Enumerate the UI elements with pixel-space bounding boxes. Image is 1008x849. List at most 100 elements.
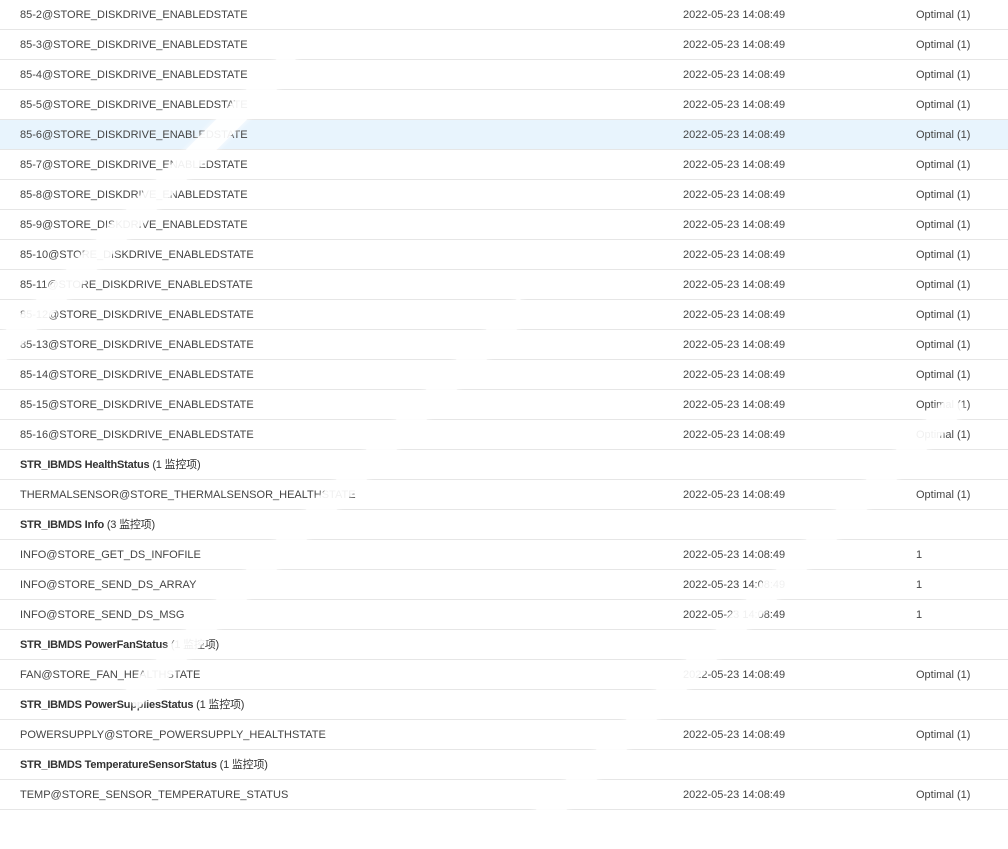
item-timestamp: 2022-05-23 14:08:49	[683, 129, 786, 141]
group-count: (1 监控项)	[152, 459, 201, 471]
item-timestamp: 2022-05-23 14:08:49	[683, 69, 786, 81]
item-name: 85-11@STORE_DISKDRIVE_ENABLEDSTATE	[20, 270, 253, 300]
table-row[interactable]: 85-2@STORE_DISKDRIVE_ENABLEDSTATE 2022-05…	[0, 0, 1008, 30]
item-status: Optimal (1)	[916, 9, 971, 21]
item-status: Optimal (1)	[916, 39, 971, 51]
group-count: (1 监控项)	[170, 639, 219, 651]
item-status: Optimal (1)	[916, 219, 971, 231]
item-status: Optimal (1)	[916, 489, 971, 501]
item-name: 85-4@STORE_DISKDRIVE_ENABLEDSTATE	[20, 60, 248, 90]
name-text: 85-4@STORE_DISKDRIVE_ENABLEDSTATE	[20, 69, 248, 81]
item-timestamp: 2022-05-23 14:08:49	[683, 579, 786, 591]
item-name: INFO@STORE_GET_DS_INFOFILE	[20, 540, 201, 570]
name-text: 85-16@STORE_DISKDRIVE_ENABLEDSTATE	[20, 429, 254, 441]
group-title: STR_IBMDS TemperatureSensorStatus (1 监控项…	[20, 750, 268, 780]
item-name: 85-8@STORE_DISKDRIVE_ENABLEDSTATE	[20, 180, 248, 210]
table-row[interactable]: 85-7@STORE_DISKDRIVE_ENABLEDSTATE 2022-05…	[0, 150, 1008, 180]
name-text: THERMALSENSOR@STORE_THERMALSENSOR_HEALTH…	[20, 489, 356, 501]
item-name: FAN@STORE_FAN_HEALTHSTATE	[20, 660, 200, 690]
item-timestamp: 2022-05-23 14:08:49	[683, 339, 786, 351]
item-timestamp: 2022-05-23 14:08:49	[683, 369, 786, 381]
table-row[interactable]: THERMALSENSOR@STORE_THERMALSENSOR_HEALTH…	[0, 480, 1008, 510]
name-text: 85-12@STORE_DISKDRIVE_ENABLEDSTATE	[20, 309, 254, 321]
name-text: STR_IBMDS TemperatureSensorStatus	[20, 759, 217, 771]
group-header-row[interactable]: STR_IBMDS PowerFanStatus (1 监控项)	[0, 630, 1008, 660]
item-timestamp: 2022-05-23 14:08:49	[683, 729, 786, 741]
name-text: STR_IBMDS PowerFanStatus	[20, 639, 169, 651]
name-text: TEMP@STORE_SENSOR_TEMPERATURE_STATUS	[20, 789, 289, 801]
group-title: STR_IBMDS HealthStatus (1 监控项)	[20, 450, 201, 480]
table-row[interactable]: 85-16@STORE_DISKDRIVE_ENABLEDSTATE 2022-0…	[0, 420, 1008, 450]
item-timestamp: 2022-05-23 14:08:49	[683, 669, 786, 681]
table-row[interactable]: 85-9@STORE_DISKDRIVE_ENABLEDSTATE 2022-05…	[0, 210, 1008, 240]
table-row[interactable]: 85-12@STORE_DISKDRIVE_ENABLEDSTATE 2022-0…	[0, 300, 1008, 330]
name-text: 85-8@STORE_DISKDRIVE_ENABLEDSTATE	[20, 189, 248, 201]
table-row[interactable]: 85-3@STORE_DISKDRIVE_ENABLEDSTATE 2022-05…	[0, 30, 1008, 60]
name-text: 85-3@STORE_DISKDRIVE_ENABLEDSTATE	[20, 39, 248, 51]
item-timestamp: 2022-05-23 14:08:49	[683, 279, 786, 291]
table-row[interactable]: FAN@STORE_FAN_HEALTHSTATE 2022-05-23 14:0…	[0, 660, 1008, 690]
item-name: 85-3@STORE_DISKDRIVE_ENABLEDSTATE	[20, 30, 248, 60]
item-status: Optimal (1)	[916, 279, 971, 291]
group-header-row[interactable]: STR_IBMDS PowerSuppliesStatus (1 监控项)	[0, 690, 1008, 720]
group-header-row[interactable]: STR_IBMDS TemperatureSensorStatus (1 监控项…	[0, 750, 1008, 780]
name-text: 85-9@STORE_DISKDRIVE_ENABLEDSTATE	[20, 219, 248, 231]
name-text: 85-15@STORE_DISKDRIVE_ENABLEDSTATE	[20, 399, 254, 411]
table-row[interactable]: POWERSUPPLY@STORE_POWERSUPPLY_HEALTHSTAT…	[0, 720, 1008, 750]
table-row[interactable]: 85-6@STORE_DISKDRIVE_ENABLEDSTATE 2022-05…	[0, 120, 1008, 150]
group-title: STR_IBMDS Info (3 监控项)	[20, 510, 155, 540]
table-row[interactable]: INFO@STORE_SEND_DS_ARRAY 2022-05-23 14:08…	[0, 570, 1008, 600]
item-status: Optimal (1)	[916, 159, 971, 171]
item-name: 85-6@STORE_DISKDRIVE_ENABLEDSTATE	[20, 120, 248, 150]
item-timestamp: 2022-05-23 14:08:49	[683, 789, 786, 801]
item-status: 1	[916, 609, 923, 621]
name-text: INFO@STORE_SEND_DS_ARRAY	[20, 579, 197, 591]
item-timestamp: 2022-05-23 14:08:49	[683, 309, 786, 321]
item-status: Optimal (1)	[916, 399, 971, 411]
group-count: (3 监控项)	[106, 519, 155, 531]
item-timestamp: 2022-05-23 14:08:49	[683, 99, 786, 111]
table-row[interactable]: 85-10@STORE_DISKDRIVE_ENABLEDSTATE 2022-0…	[0, 240, 1008, 270]
item-timestamp: 2022-05-23 14:08:49	[683, 249, 786, 261]
item-status: Optimal (1)	[916, 309, 971, 321]
name-text: INFO@STORE_SEND_DS_MSG	[20, 609, 185, 621]
table-row[interactable]: 85-13@STORE_DISKDRIVE_ENABLEDSTATE 2022-0…	[0, 330, 1008, 360]
item-name: 85-10@STORE_DISKDRIVE_ENABLEDSTATE	[20, 240, 254, 270]
table-row[interactable]: 85-11@STORE_DISKDRIVE_ENABLEDSTATE 2022-0…	[0, 270, 1008, 300]
table-row[interactable]: 85-15@STORE_DISKDRIVE_ENABLEDSTATE 2022-0…	[0, 390, 1008, 420]
table-row[interactable]: TEMP@STORE_SENSOR_TEMPERATURE_STATUS 2022…	[0, 780, 1008, 810]
table-row[interactable]: 85-5@STORE_DISKDRIVE_ENABLEDSTATE 2022-05…	[0, 90, 1008, 120]
name-text: 85-10@STORE_DISKDRIVE_ENABLEDSTATE	[20, 249, 254, 261]
name-text: STR_IBMDS PowerSuppliesStatus	[20, 699, 194, 711]
item-status: 1	[916, 549, 923, 561]
item-name: 85-2@STORE_DISKDRIVE_ENABLEDSTATE	[20, 0, 248, 30]
item-timestamp: 2022-05-23 14:08:49	[683, 159, 786, 171]
name-text: STR_IBMDS Info	[20, 519, 104, 531]
item-status: Optimal (1)	[916, 99, 971, 111]
item-status: Optimal (1)	[916, 369, 971, 381]
item-name: 85-16@STORE_DISKDRIVE_ENABLEDSTATE	[20, 420, 254, 450]
item-status: Optimal (1)	[916, 249, 971, 261]
item-name: INFO@STORE_SEND_DS_MSG	[20, 600, 184, 630]
group-header-row[interactable]: STR_IBMDS HealthStatus (1 监控项)	[0, 450, 1008, 480]
name-text: 85-7@STORE_DISKDRIVE_ENABLEDSTATE	[20, 159, 248, 171]
item-name: TEMP@STORE_SENSOR_TEMPERATURE_STATUS	[20, 780, 288, 810]
item-name: 85-7@STORE_DISKDRIVE_ENABLEDSTATE	[20, 150, 248, 180]
name-text: 85-5@STORE_DISKDRIVE_ENABLEDSTATE	[20, 99, 248, 111]
group-header-row[interactable]: STR_IBMDS Info (3 监控项)	[0, 510, 1008, 540]
item-timestamp: 2022-05-23 14:08:49	[683, 219, 786, 231]
name-text: POWERSUPPLY@STORE_POWERSUPPLY_HEALTHSTAT…	[20, 729, 326, 741]
item-status: Optimal (1)	[916, 669, 971, 681]
item-name: INFO@STORE_SEND_DS_ARRAY	[20, 570, 196, 600]
table-row[interactable]: 85-4@STORE_DISKDRIVE_ENABLEDSTATE 2022-05…	[0, 60, 1008, 90]
item-name: THERMALSENSOR@STORE_THERMALSENSOR_HEALTH…	[20, 480, 356, 510]
item-name: 85-12@STORE_DISKDRIVE_ENABLEDSTATE	[20, 300, 254, 330]
group-count: (1 监控项)	[196, 699, 245, 711]
table-row[interactable]: 85-14@STORE_DISKDRIVE_ENABLEDSTATE 2022-0…	[0, 360, 1008, 390]
item-timestamp: 2022-05-23 14:08:49	[683, 189, 786, 201]
table-row[interactable]: INFO@STORE_GET_DS_INFOFILE 2022-05-23 14:…	[0, 540, 1008, 570]
table-row[interactable]: INFO@STORE_SEND_DS_MSG 2022-05-23 14:08:4…	[0, 600, 1008, 630]
item-status: Optimal (1)	[916, 189, 971, 201]
item-name: 85-5@STORE_DISKDRIVE_ENABLEDSTATE	[20, 90, 248, 120]
table-row[interactable]: 85-8@STORE_DISKDRIVE_ENABLEDSTATE 2022-05…	[0, 180, 1008, 210]
